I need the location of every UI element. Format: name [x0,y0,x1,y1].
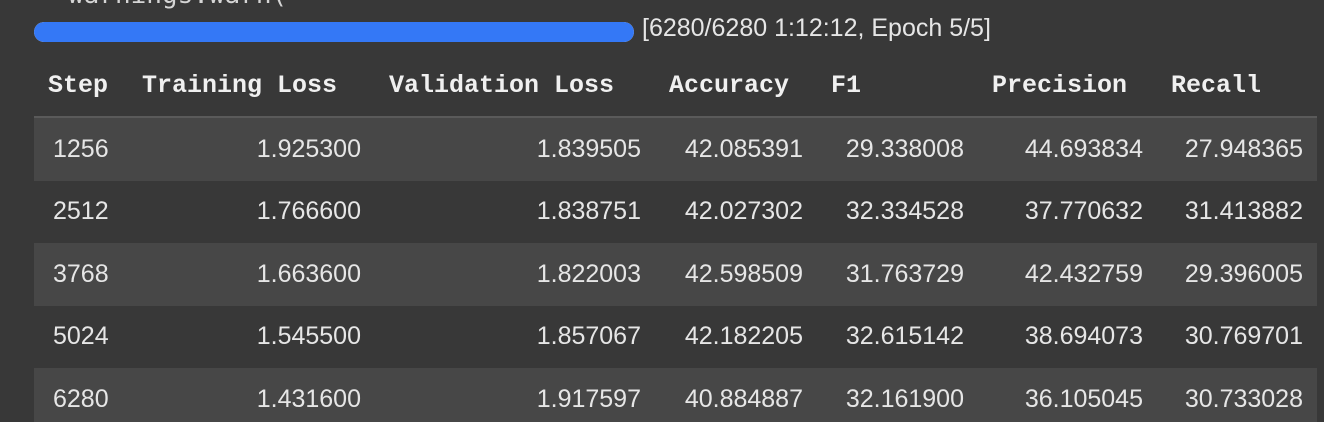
cell-step: 5024 [53,322,109,351]
cell-recall: 29.396005 [1184,259,1303,288]
cell-recall: 31.413882 [1184,197,1303,226]
cell-validation-loss: 1.857067 [536,322,641,351]
cell-training-loss: 1.925300 [256,134,361,163]
table-row: 6280 1.431600 1.917597 40.884887 32.1619… [34,368,1317,422]
cell-accuracy: 42.027302 [684,197,803,226]
cell-f1: 29.338008 [845,134,964,163]
cell-precision: 36.105045 [1024,384,1143,413]
cell-step: 2512 [53,197,109,226]
cell-step: 3768 [53,259,109,288]
notebook-output-cell: warnings.warn( [6280/6280 1:12:12, Epoch… [0,0,1324,422]
warning-text: warnings.warn( [68,0,287,10]
cell-precision: 42.432759 [1024,259,1143,288]
cell-f1: 32.161900 [845,384,964,413]
table-row: 1256 1.925300 1.839505 42.085391 29.3380… [34,117,1317,181]
cell-f1: 31.763729 [845,259,964,288]
table-row: 3768 1.663600 1.822003 42.598509 31.7637… [34,243,1317,306]
cell-training-loss: 1.766600 [256,197,361,226]
cell-validation-loss: 1.822003 [536,259,641,288]
cell-validation-loss: 1.838751 [536,197,641,226]
column-header-f1: F1 [817,55,978,118]
cell-training-loss: 1.431600 [256,384,361,413]
cell-training-loss: 1.545500 [256,322,361,351]
cell-accuracy: 42.598509 [684,259,803,288]
cell-f1: 32.334528 [845,197,964,226]
table-row: 5024 1.545500 1.857067 42.182205 32.6151… [34,305,1317,368]
column-header-accuracy: Accuracy [655,55,817,118]
progress-status-text: [6280/6280 1:12:12, Epoch 5/5] [642,14,991,42]
table-header-row: Step Training Loss Validation Loss Accur… [34,55,1317,118]
column-header-recall: Recall [1157,55,1317,118]
column-header-step: Step [34,55,128,118]
cell-training-loss: 1.663600 [256,259,361,288]
cell-accuracy: 40.884887 [684,384,803,413]
cell-accuracy: 42.085391 [684,134,803,163]
cell-validation-loss: 1.839505 [536,134,641,163]
cell-accuracy: 42.182205 [684,322,803,351]
cell-step: 1256 [53,134,109,163]
cell-step: 6280 [53,384,109,413]
column-header-validation-loss: Validation Loss [375,55,655,118]
cell-precision: 38.694073 [1024,322,1143,351]
cell-recall: 30.769701 [1184,322,1303,351]
training-progress-bar [34,22,634,42]
cell-f1: 32.615142 [845,322,964,351]
column-header-precision: Precision [978,55,1157,118]
cell-recall: 30.733028 [1184,384,1303,413]
table-row: 2512 1.766600 1.838751 42.027302 32.3345… [34,180,1317,243]
cell-precision: 44.693834 [1024,134,1143,163]
cell-precision: 37.770632 [1024,197,1143,226]
cell-recall: 27.948365 [1184,134,1303,163]
cell-validation-loss: 1.917597 [536,384,641,413]
progress-bar-fill [34,22,634,42]
training-metrics-table: Step Training Loss Validation Loss Accur… [34,55,1317,422]
column-header-training-loss: Training Loss [128,55,375,118]
